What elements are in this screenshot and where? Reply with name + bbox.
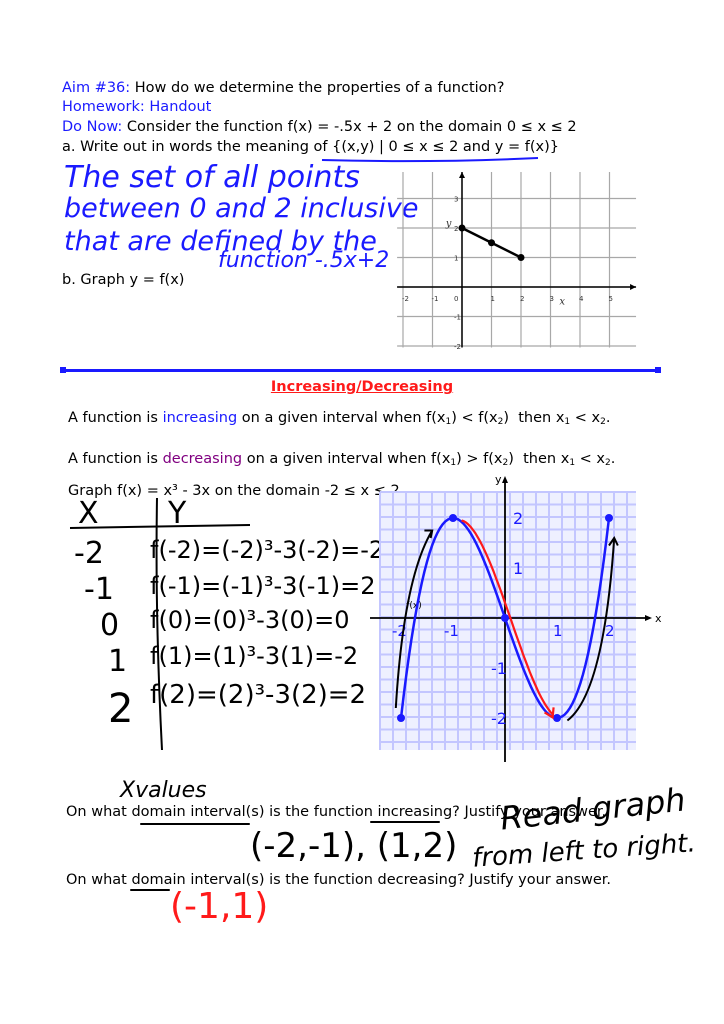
handwriting-line-2: between 0 and 2 inclusive <box>64 193 419 224</box>
y-axis-arrow <box>459 171 465 178</box>
table-row-y: f(2)=(2)³-3(2)=2 <box>150 680 367 710</box>
table-row-y: f(1)=(1)³-3(1)=-2 <box>150 642 359 670</box>
part-a-line: a. Write out in words the meaning of {(x… <box>62 139 559 155</box>
y-tick-label: 3 <box>454 196 458 204</box>
y-tick-label: 2 <box>454 225 458 233</box>
table-row-y: f(-1)=(-1)³-3(-1)=2 <box>150 572 376 600</box>
data-point <box>501 614 509 622</box>
data-point <box>605 514 613 522</box>
y-tick-label: -1 <box>491 659 507 678</box>
decreasing-word: decreasing <box>162 451 243 467</box>
x-axis-label: x <box>559 297 565 308</box>
y-axis-label: y <box>445 219 452 230</box>
note-xvalues: Xvalues <box>120 778 207 803</box>
handwriting-line-4: function -.5x+2 <box>218 248 390 273</box>
y-tick-label: -2 <box>454 343 461 351</box>
do-now-text: Consider the function f(x) = -.5x + 2 on… <box>122 119 577 135</box>
linear-graph: -2 -1 0 1 2 3 4 5-2-1123xy <box>397 171 637 351</box>
underline-increasing <box>370 821 440 823</box>
data-point <box>553 714 561 722</box>
aim-line: Aim #36: How do we determine the propert… <box>62 79 504 97</box>
x-tick-label: 0 <box>454 295 458 303</box>
increasing-word: increasing <box>162 410 238 426</box>
do-now-label: Do Now: <box>62 119 123 135</box>
table-row-x: 0 <box>100 608 120 643</box>
answer-decreasing: (-1,1) <box>170 886 269 927</box>
y-axis-arrow <box>502 476 508 483</box>
table-row-x: -1 <box>84 572 114 607</box>
x-tick-label: -1 <box>444 622 459 640</box>
x-tick-label: -2 <box>402 295 409 303</box>
section-title: Increasing/Decreasing <box>270 379 454 395</box>
underline-domain-interval <box>140 823 250 825</box>
underline-domain <box>130 889 170 891</box>
x-tick-label: 5 <box>609 295 613 303</box>
table-row-x: 2 <box>108 686 134 732</box>
do-now-line: Do Now: Consider the function f(x) = -.5… <box>62 118 577 136</box>
divider-end-left <box>60 367 66 373</box>
data-point <box>458 224 466 232</box>
homework-line: Homework: Handout <box>62 99 212 115</box>
table-row-y: f(-2)=(-2)³-3(-2)=-2 <box>150 536 385 564</box>
question-decreasing: On what domain interval(s) is the functi… <box>66 872 612 888</box>
y-tick-label: -2 <box>491 709 507 728</box>
x-tick-label: 1 <box>553 622 563 640</box>
handwriting-line-1: The set of all points <box>64 160 360 195</box>
x-axis-arrow <box>630 284 637 290</box>
section-divider <box>62 369 658 372</box>
y-axis-label: y <box>495 473 502 486</box>
x-tick-label: 4 <box>579 295 584 303</box>
x-tick-label: 1 <box>491 295 495 303</box>
data-point <box>397 714 405 722</box>
note-read-graph-1: Read graph <box>498 780 688 838</box>
increasing-definition: A function is increasing on a given inte… <box>68 410 611 427</box>
decreasing-definition: A function is decreasing on a given inte… <box>68 451 616 468</box>
y-tick-label: 2 <box>513 509 523 528</box>
divider-end-right <box>655 367 661 373</box>
y-tick-label: 1 <box>454 255 458 263</box>
table-header-y: Y <box>168 496 187 531</box>
x-tick-label: -1 <box>432 295 439 303</box>
data-point <box>517 254 525 261</box>
aim-label: Aim #36: <box>62 80 131 96</box>
cubic-graph: xy-2 -1 1 2-2-112f(x) <box>370 473 662 762</box>
part-b-line: b. Graph y = f(x) <box>62 272 185 288</box>
aim-text: How do we determine the properties of a … <box>130 80 505 96</box>
y-tick-label: 1 <box>513 559 523 578</box>
x-tick-label: 2 <box>520 295 524 303</box>
table-header-x: X <box>78 496 99 531</box>
table-row-x: 1 <box>108 644 128 679</box>
x-tick-label: 2 <box>605 622 615 640</box>
x-tick-label: 3 <box>550 295 554 303</box>
answer-increasing: (-2,-1), (1,2) <box>250 826 458 866</box>
x-axis-arrow <box>645 615 652 621</box>
table-row-x: -2 <box>74 536 104 571</box>
data-point <box>449 514 457 522</box>
data-point <box>488 239 495 247</box>
table-row-y: f(0)=(0)³-3(0)=0 <box>150 606 350 634</box>
y-tick-label: -1 <box>454 314 461 322</box>
x-axis-label: x <box>655 612 662 625</box>
